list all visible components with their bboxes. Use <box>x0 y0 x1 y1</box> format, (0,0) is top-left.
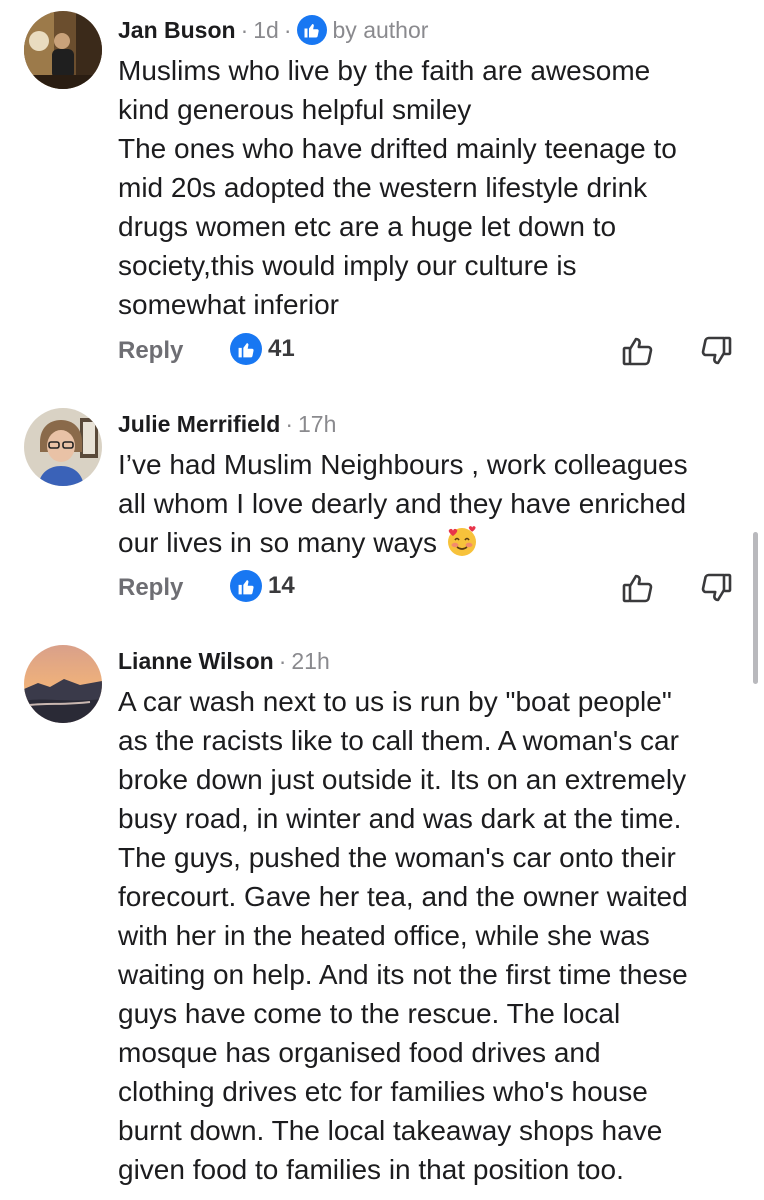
separator: · <box>283 16 292 43</box>
timestamp: 17h <box>298 410 337 437</box>
text-line: all whom I love dearly and they have enr… <box>118 488 687 519</box>
author-name[interactable]: Jan Buson <box>118 17 236 44</box>
text-line: waiting on help. And its not the first t… <box>118 959 688 990</box>
comment-text: Muslims who live by the faith are awesom… <box>118 51 748 324</box>
comment-text: A car wash next to us is run by "boat pe… <box>118 682 748 1189</box>
text-line: our lives in so many ways <box>118 527 438 558</box>
comment-actions: Reply 14 <box>118 570 748 610</box>
thumbs-down-icon[interactable] <box>698 333 734 369</box>
text-line: as the racists like to call them. A woma… <box>118 725 679 756</box>
thumbs-down-icon[interactable] <box>698 570 734 606</box>
text-line: kind generous helpful smiley <box>118 94 472 125</box>
like-badge-icon <box>230 333 262 365</box>
text-line: mid 20s adopted the western lifestyle dr… <box>118 172 648 203</box>
text-line: burnt down. The local takeaway shops hav… <box>118 1115 663 1146</box>
avatar[interactable] <box>24 645 102 723</box>
separator: · <box>240 16 249 43</box>
text-line: drugs women etc are a huge let down to <box>118 211 617 242</box>
text-line: forecourt. Gave her tea, and the owner w… <box>118 881 688 912</box>
like-badge-icon <box>230 570 262 602</box>
text-line: with her in the heated office, while she… <box>118 920 650 951</box>
text-line: The guys, pushed the woman's car onto th… <box>118 842 676 873</box>
text-line: broke down just outside it. Its on an ex… <box>118 764 687 795</box>
comment-meta: Lianne Wilson · 21h <box>118 644 330 678</box>
comment-meta: Julie Merrifield · 17h <box>118 407 336 441</box>
text-line: given food to families in that position … <box>118 1154 624 1185</box>
separator: · <box>278 647 287 674</box>
text-line: somewhat inferior <box>118 289 339 320</box>
smiling-face-with-hearts-icon <box>445 524 479 558</box>
reply-button[interactable]: Reply <box>118 337 183 365</box>
thumbs-up-icon[interactable] <box>620 570 656 606</box>
text-line: guys have come to the rescue. The local <box>118 998 621 1029</box>
scrollbar[interactable] <box>753 532 758 684</box>
text-line: busy road, in winter and was dark at the… <box>118 803 682 834</box>
like-count[interactable]: 14 <box>230 570 295 602</box>
like-count-value: 41 <box>268 335 295 362</box>
like-count[interactable]: 41 <box>230 333 295 365</box>
text-line-with-emoji: our lives in so many ways <box>118 523 748 562</box>
text-line: clothing drives etc for families who's h… <box>118 1076 648 1107</box>
comment-meta: Jan Buson · 1d · by author <box>118 13 428 47</box>
timestamp: 1d <box>253 16 279 43</box>
reply-button[interactable]: Reply <box>118 574 183 602</box>
separator: · <box>285 410 293 437</box>
thumbs-up-icon[interactable] <box>620 333 656 369</box>
author-name[interactable]: Julie Merrifield <box>118 411 280 438</box>
comment-text: I’ve had Muslim Neighbours , work collea… <box>118 445 748 562</box>
text-line: society,this would imply our culture is <box>118 250 577 281</box>
text-line: Muslims who live by the faith are awesom… <box>118 55 651 86</box>
text-line: A car wash next to us is run by "boat pe… <box>118 686 672 717</box>
avatar[interactable] <box>24 11 102 89</box>
text-line: mosque has organised food drives and <box>118 1037 601 1068</box>
comment-actions: Reply 41 <box>118 333 748 373</box>
like-count-value: 14 <box>268 572 295 599</box>
timestamp: 21h <box>291 647 330 674</box>
like-badge-icon <box>296 15 327 45</box>
text-line: The ones who have drifted mainly teenage… <box>118 133 677 164</box>
author-badge-label: by author <box>332 16 429 43</box>
text-line: I’ve had Muslim Neighbours , work collea… <box>118 449 688 480</box>
avatar[interactable] <box>24 408 102 486</box>
author-name[interactable]: Lianne Wilson <box>118 648 274 675</box>
